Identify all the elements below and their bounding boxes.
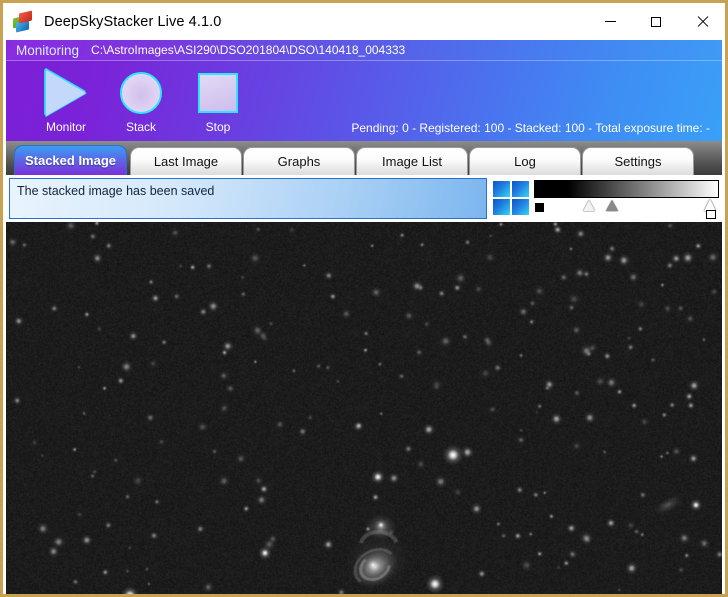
circle-icon <box>120 68 162 118</box>
status-message-text: The stacked image has been saved <box>17 184 215 198</box>
tab-log[interactable]: Log <box>469 147 581 175</box>
tab-label: Last Image <box>153 154 219 169</box>
stacked-astro-image[interactable] <box>6 222 722 594</box>
stop-button[interactable]: Stop <box>172 68 264 138</box>
maximize-icon <box>651 16 661 27</box>
levels-gradient-bar[interactable] <box>534 180 719 198</box>
monitoring-panel: Monitoring C:\AstroImages\ASI290\DSO2018… <box>6 40 722 141</box>
stop-button-label: Stop <box>205 120 231 134</box>
four-squares-grid-icon[interactable] <box>493 181 529 215</box>
tab-stacked-image[interactable]: Stacked Image <box>14 145 127 175</box>
tab-last-image[interactable]: Last Image <box>130 147 242 175</box>
tab-image-list[interactable]: Image List <box>356 147 468 175</box>
close-button[interactable] <box>679 3 725 40</box>
stack-button-label: Stack <box>125 120 156 134</box>
play-triangle-icon <box>46 68 86 118</box>
tab-label: Settings <box>614 154 662 169</box>
monitoring-path[interactable]: C:\AstroImages\ASI290\DSO201804\DSO\1404… <box>91 43 405 57</box>
maximize-button[interactable] <box>633 3 679 40</box>
monitoring-buttons: Monitor Stack Stop Pending: 0 - Register… <box>6 60 722 141</box>
astro-image-canvas <box>6 222 722 594</box>
tab-label: Stacked Image <box>24 153 117 168</box>
app-logo-icon <box>12 9 34 33</box>
tab-strip: Stacked Image Last Image Graphs Image Li… <box>6 141 722 175</box>
black-square-icon[interactable] <box>535 203 544 212</box>
close-icon <box>697 16 708 27</box>
tab-label: Image List <box>382 154 442 169</box>
minimize-button[interactable] <box>587 3 633 40</box>
minimize-icon <box>604 21 616 22</box>
tab-graphs[interactable]: Graphs <box>243 147 355 175</box>
monitoring-header: Monitoring C:\AstroImages\ASI290\DSO2018… <box>6 40 722 61</box>
square-icon <box>198 68 238 118</box>
midtone-triangle-icon[interactable] <box>606 200 618 211</box>
monitoring-label: Monitoring <box>16 42 80 58</box>
application-window: DeepSkyStacker Live 4.1.0 Monitoring C:\… <box>0 0 728 597</box>
monitor-button-label: Monitor <box>45 120 86 134</box>
tab-settings[interactable]: Settings <box>582 147 694 175</box>
status-message-bar: The stacked image has been saved <box>9 178 487 219</box>
tab-label: Log <box>514 154 536 169</box>
tab-label: Graphs <box>277 154 321 169</box>
white-point-handle[interactable] <box>706 210 716 219</box>
window-title: DeepSkyStacker Live 4.1.0 <box>44 13 222 30</box>
title-bar: DeepSkyStacker Live 4.1.0 <box>3 3 725 40</box>
window-controls <box>587 3 725 40</box>
levels-adjustment-control[interactable] <box>534 179 720 219</box>
shadow-triangle-icon[interactable] <box>583 200 595 211</box>
monitoring-status-text: Pending: 0 - Registered: 100 - Stacked: … <box>351 121 710 135</box>
